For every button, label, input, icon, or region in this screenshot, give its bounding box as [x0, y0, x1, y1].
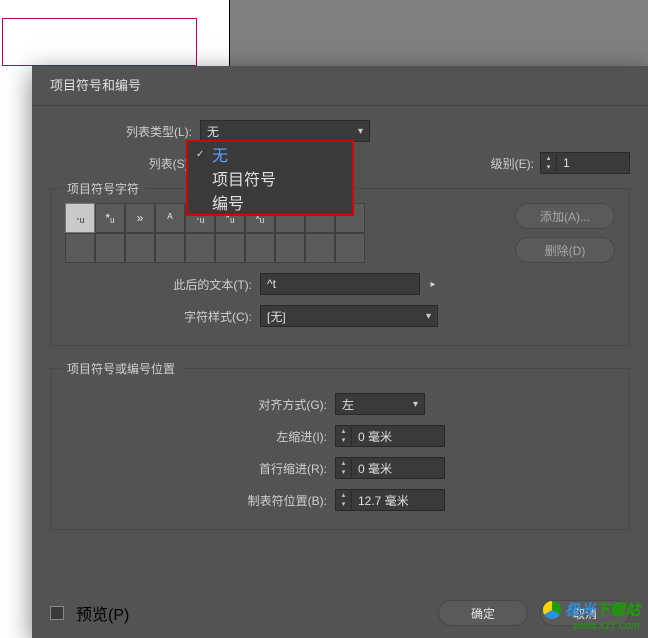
bullet-char-legend: 项目符号字符	[61, 180, 145, 197]
add-button[interactable]: 添加(A)...	[515, 203, 615, 229]
left-indent-label: 左缩进(I):	[65, 428, 335, 445]
chevron-down-icon: ▾	[358, 126, 363, 137]
dropdown-item-numbers[interactable]: 编号	[188, 190, 352, 214]
preview-label: 预览(P)	[76, 601, 129, 625]
dialog-title: 项目符号和编号	[32, 66, 648, 106]
dropdown-item-none[interactable]: ✓ 无	[188, 142, 352, 166]
tab-pos-stepper[interactable]: ▴▾ 12.7 毫米	[335, 489, 445, 511]
glyph-cell[interactable]	[65, 233, 95, 263]
level-label: 级别(E):	[491, 155, 534, 172]
position-legend: 项目符号或编号位置	[61, 360, 181, 377]
glyph-cell[interactable]	[305, 233, 335, 263]
glyph-cell[interactable]	[335, 233, 365, 263]
level-value: 1	[557, 156, 629, 170]
char-style-select[interactable]: [无] ▾	[260, 305, 438, 327]
list-type-select[interactable]: 无 ▾	[200, 120, 370, 142]
glyph-cell[interactable]: ·ᵤ	[65, 203, 95, 233]
glyph-cell[interactable]	[215, 233, 245, 263]
preview-checkbox[interactable]	[50, 606, 64, 620]
chevron-up-icon: ▴	[547, 154, 551, 163]
glyph-cell[interactable]	[95, 233, 125, 263]
document-frame	[2, 18, 197, 66]
text-after-menu-icon[interactable]: ▸	[424, 273, 442, 295]
text-after-label: 此后的文本(T):	[65, 276, 260, 293]
position-group: 项目符号或编号位置 对齐方式(G): 左 ▾ 左缩进(I): ▴▾ 0 毫米 首…	[50, 368, 630, 530]
glyph-cell[interactable]	[185, 233, 215, 263]
left-indent-stepper[interactable]: ▴▾ 0 毫米	[335, 425, 445, 447]
glyph-cell[interactable]: *ᵤ	[95, 203, 125, 233]
text-after-field[interactable]: ^t	[260, 273, 420, 295]
chevron-down-icon: ▾	[342, 500, 346, 509]
chevron-down-icon: ▾	[547, 163, 551, 172]
dropdown-item-bullets[interactable]: 项目符号	[188, 166, 352, 190]
align-select[interactable]: 左 ▾	[335, 393, 425, 415]
chevron-up-icon: ▴	[342, 491, 346, 500]
align-label: 对齐方式(G):	[65, 396, 335, 413]
chevron-down-icon: ▾	[342, 468, 346, 477]
level-stepper[interactable]: ▴▾ 1	[540, 152, 630, 174]
glyph-cell[interactable]: »	[125, 203, 155, 233]
delete-button[interactable]: 删除(D)	[515, 237, 615, 263]
tab-pos-label: 制表符位置(B):	[65, 492, 335, 509]
dialog-footer: 预览(P) 确定 取消	[32, 588, 648, 638]
cancel-button[interactable]: 取消	[540, 600, 630, 626]
list-type-dropdown: ✓ 无 项目符号 编号	[186, 140, 354, 216]
glyph-cell[interactable]	[275, 233, 305, 263]
chevron-down-icon: ▾	[342, 436, 346, 445]
first-indent-stepper[interactable]: ▴▾ 0 毫米	[335, 457, 445, 479]
first-indent-label: 首行缩进(R):	[65, 460, 335, 477]
chevron-up-icon: ▴	[342, 427, 346, 436]
char-style-label: 字符样式(C):	[65, 308, 260, 325]
list-type-value: 无	[207, 123, 219, 140]
chevron-down-icon: ▾	[426, 311, 431, 322]
glyph-cell[interactable]: ᴬ	[155, 203, 185, 233]
glyph-cell[interactable]	[245, 233, 275, 263]
chevron-up-icon: ▴	[342, 459, 346, 468]
chevron-down-icon: ▾	[413, 399, 418, 410]
check-icon: ✓	[196, 149, 212, 160]
list-label: 列表(S):	[50, 155, 200, 172]
list-type-label: 列表类型(L):	[50, 123, 200, 140]
glyph-cell[interactable]	[125, 233, 155, 263]
ok-button[interactable]: 确定	[438, 600, 528, 626]
glyph-cell[interactable]	[155, 233, 185, 263]
